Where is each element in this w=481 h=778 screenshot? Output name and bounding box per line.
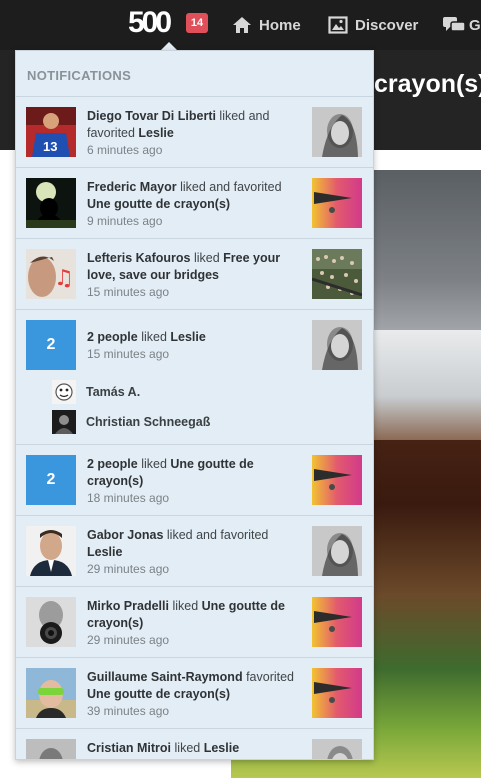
photo-thumbnail[interactable] — [312, 597, 362, 647]
photo-thumbnail[interactable] — [312, 178, 362, 228]
photo-thumbnail[interactable] — [312, 668, 362, 718]
notification-time: 9 minutes ago — [87, 214, 163, 228]
avatar[interactable] — [26, 526, 76, 576]
notification-text: Gabor Jonas liked and favorited Leslie 2… — [87, 528, 269, 576]
image-icon — [328, 15, 348, 35]
nav-chat[interactable]: G — [442, 13, 481, 37]
notification-time: 29 minutes ago — [87, 562, 170, 576]
avatar[interactable]: 13 — [26, 107, 76, 157]
notifications-dropdown: NOTIFICATIONS 13 Diego Tovar Di Liberti … — [15, 50, 374, 760]
notification-text: Diego Tovar Di Liberti liked and favorit… — [87, 109, 270, 157]
notification-text: Lefteris Kafouros liked Free your love, … — [87, 251, 281, 299]
notification-item[interactable]: ♫ Lefteris Kafouros liked Free your love… — [16, 239, 373, 310]
nav-discover[interactable]: Discover — [328, 13, 418, 37]
people-count-box: 2 — [26, 320, 76, 370]
avatar[interactable]: ♫ — [26, 249, 76, 299]
notification-text: Frederic Mayor liked and favorited Une g… — [87, 180, 282, 228]
notification-text: 2 people liked Une goutte de crayon(s) 1… — [87, 457, 254, 505]
chat-icon — [442, 15, 466, 35]
notification-time: 6 minutes ago — [87, 143, 163, 157]
nav-discover-label: Discover — [355, 16, 419, 34]
notification-item[interactable]: 13 Diego Tovar Di Liberti liked and favo… — [16, 97, 373, 168]
avatar[interactable] — [26, 739, 76, 759]
group-member[interactable]: Tamás A. — [52, 380, 140, 404]
avatar[interactable] — [26, 597, 76, 647]
svg-text:♫: ♫ — [54, 266, 74, 291]
notification-time: 39 minutes ago — [87, 704, 170, 718]
group-member-name: Christian Schneegaß — [86, 415, 211, 429]
photo-thumbnail[interactable] — [312, 455, 362, 505]
notification-item-group[interactable]: 2 2 people liked Une goutte de crayon(s)… — [16, 445, 373, 516]
logo-text: 500 — [128, 6, 172, 39]
photo-thumbnail[interactable] — [312, 739, 362, 759]
avatar[interactable] — [26, 178, 76, 228]
svg-text:13: 13 — [43, 139, 57, 154]
home-icon — [232, 15, 252, 35]
avatar — [52, 410, 76, 434]
notification-time: 29 minutes ago — [87, 633, 170, 647]
notification-item[interactable]: Cristian Mitroi liked Leslie — [16, 729, 373, 759]
avatar — [52, 380, 76, 404]
notification-text: Mirko Pradelli liked Une goutte de crayo… — [87, 599, 285, 647]
people-count-box: 2 — [26, 455, 76, 505]
notification-item[interactable]: Guillaume Saint-Raymond favorited Une go… — [16, 658, 373, 729]
photo-thumbnail[interactable] — [312, 107, 362, 157]
avatar[interactable] — [26, 668, 76, 718]
notifications-header: NOTIFICATIONS — [16, 51, 373, 97]
notification-item[interactable]: Frederic Mayor liked and favorited Une g… — [16, 168, 373, 239]
500px-logo[interactable]: 500 — [128, 6, 172, 39]
group-member[interactable]: Christian Schneegaß — [52, 410, 210, 434]
page-title: crayon(s) — [374, 70, 481, 98]
nav-chat-label: G — [469, 16, 481, 34]
top-navigation-bar: 500 14 Home Discover G — [0, 0, 481, 50]
notification-item[interactable]: Gabor Jonas liked and favorited Leslie 2… — [16, 516, 373, 587]
group-member-name: Tamás A. — [86, 385, 141, 399]
photo-thumbnail[interactable] — [311, 249, 363, 299]
notification-item[interactable]: Mirko Pradelli liked Une goutte de crayo… — [16, 587, 373, 658]
nav-home-label: Home — [259, 16, 301, 34]
notification-text: Cristian Mitroi liked Leslie — [87, 741, 240, 755]
photo-thumbnail[interactable] — [312, 320, 362, 370]
photo-thumbnail[interactable] — [312, 526, 362, 576]
notification-time: 18 minutes ago — [87, 491, 170, 505]
notification-time: 15 minutes ago — [87, 347, 170, 361]
notification-item-group[interactable]: 2 2 people liked Leslie 15 minutes ago T… — [16, 310, 373, 445]
notification-count-badge[interactable]: 14 — [186, 13, 208, 33]
notification-text: Guillaume Saint-Raymond favorited Une go… — [87, 670, 295, 718]
notification-text: 2 people liked Leslie 15 minutes ago — [87, 330, 206, 361]
notification-time: 15 minutes ago — [87, 285, 170, 299]
nav-home[interactable]: Home — [232, 13, 301, 37]
